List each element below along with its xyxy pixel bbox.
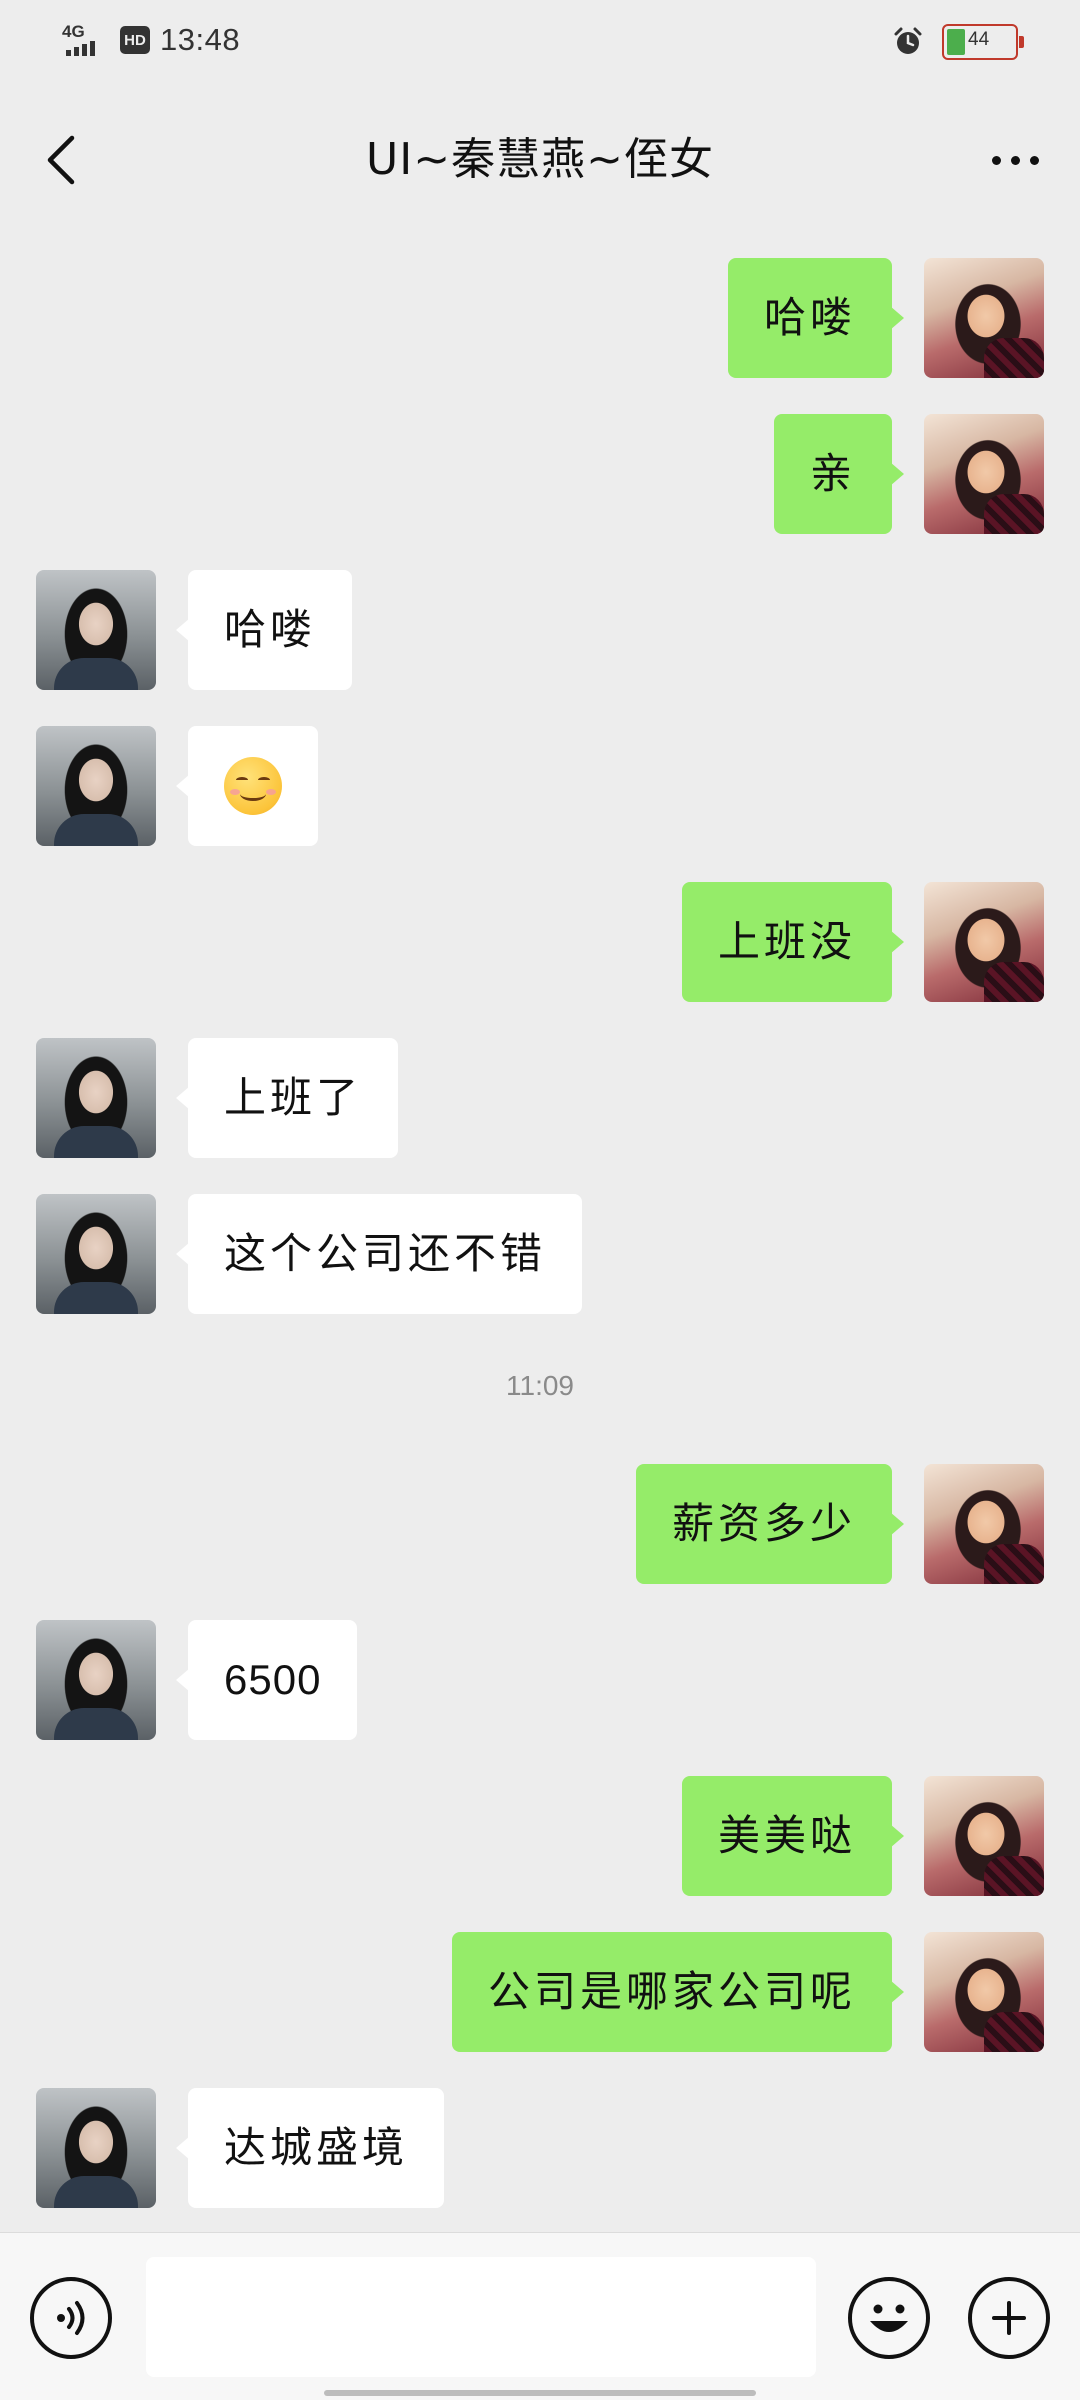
message-row-outgoing: 亲 [0,414,1080,534]
message-bubble[interactable]: 亲 [773,414,905,534]
my-avatar[interactable] [924,258,1044,378]
message-row-incoming: 哈喽 [0,570,1080,690]
message-timestamp: 11:09 [506,1370,574,1401]
hd-badge: HD [120,26,150,54]
signal-bars [66,41,95,56]
contact-avatar[interactable] [36,2088,156,2208]
emoji-icon [870,2304,908,2332]
chat-header: UI~秦慧燕~侄女 [0,110,1080,210]
chat-title: UI~秦慧燕~侄女 [366,134,714,185]
message-row-outgoing: 哈喽 [0,258,1080,378]
network-type: 4G [62,22,85,41]
input-bar [0,2232,1080,2400]
cellular-signal-icon: 4G [62,22,110,58]
battery-icon: 44 [942,24,1024,60]
status-right: 44 [892,22,1024,62]
message-bubble[interactable]: 哈喽 [727,258,905,378]
message-row-incoming: 上班了 [0,1038,1080,1158]
my-avatar[interactable] [924,1932,1044,2052]
message-row-incoming [0,726,1080,846]
message-bubble[interactable]: 达城盛境 [175,2088,445,2208]
voice-icon [57,2301,85,2335]
battery-percent: 44 [968,29,990,50]
status-bar: 4G HD 13:48 44 [0,0,1080,80]
message-row-outgoing: 美美哒 [0,1776,1080,1896]
message-bubble[interactable]: 公司是哪家公司呢 [451,1932,905,2052]
battery-fill [947,29,965,55]
plus-button[interactable] [968,2277,1050,2359]
message-row-incoming: 这个公司还不错 [0,1194,1080,1314]
more-dot [1010,155,1020,165]
message-bubble[interactable]: 美美哒 [681,1776,905,1896]
contact-avatar[interactable] [36,726,156,846]
voice-button[interactable] [30,2277,112,2359]
message-bubble[interactable]: 这个公司还不错 [175,1194,583,1314]
message-row-incoming: 达城盛境 [0,2088,1080,2208]
more-dot [991,155,1001,165]
contact-avatar[interactable] [36,1038,156,1158]
my-avatar[interactable] [924,1776,1044,1896]
contact-avatar[interactable] [36,570,156,690]
smile-emoji-icon [224,756,282,815]
more-dot [1029,155,1039,165]
my-avatar[interactable] [924,882,1044,1002]
message-input[interactable] [146,2257,816,2377]
emoji-button[interactable] [848,2277,930,2359]
alarm-icon [894,27,922,54]
clock: 13:48 [160,22,241,57]
message-row-incoming: 6500 [0,1620,1080,1740]
my-avatar[interactable] [924,414,1044,534]
message-bubble[interactable] [176,726,318,846]
message-row-outgoing: 上班没 [0,882,1080,1002]
message-bubble[interactable]: 上班没 [681,882,905,1002]
contact-avatar[interactable] [36,1620,156,1740]
message-bubble[interactable]: 上班了 [175,1038,399,1158]
more-button[interactable] [980,130,1050,190]
message-bubble[interactable]: 哈喽 [175,570,353,690]
status-left: 4G HD 13:48 [62,20,240,60]
message-row-outgoing: 公司是哪家公司呢 [0,1932,1080,2052]
home-indicator[interactable] [324,2390,756,2396]
message-bubble[interactable]: 6500 [175,1620,358,1740]
my-avatar[interactable] [924,1464,1044,1584]
message-bubble[interactable]: 薪资多少 [635,1464,905,1584]
contact-avatar[interactable] [36,1194,156,1314]
message-row-outgoing: 薪资多少 [0,1464,1080,1584]
